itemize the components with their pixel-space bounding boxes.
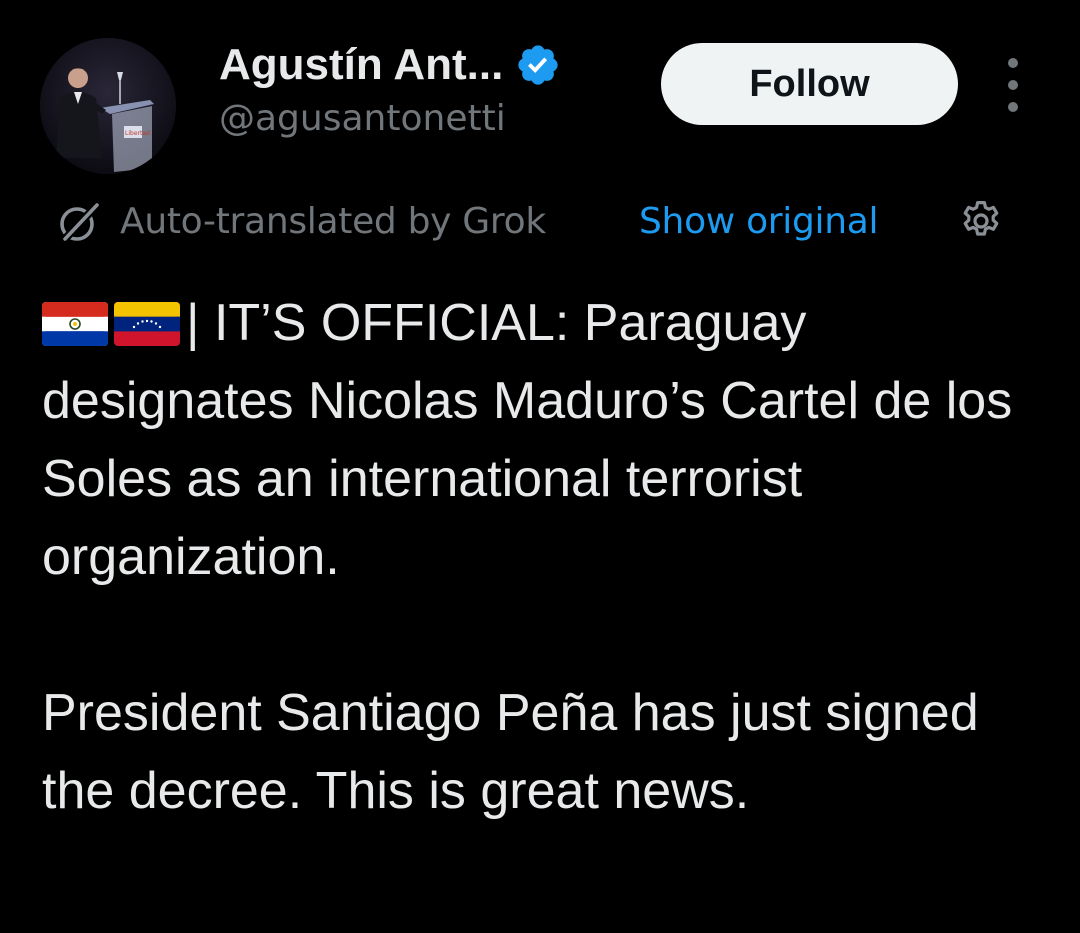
author-name-row: Agustín Ant... (219, 36, 561, 94)
tweet-paragraph-1-text: | IT’S OFFICIAL: Paraguay designates Nic… (42, 294, 1013, 586)
paraguay-flag-icon (42, 302, 108, 346)
venezuela-flag-icon (114, 302, 180, 346)
show-original-link[interactable]: Show original (639, 194, 879, 250)
translation-bar: Auto-translated by Grok Show original (56, 194, 1016, 250)
verified-badge-icon (518, 45, 558, 85)
gear-icon[interactable] (957, 197, 1005, 245)
author-display-name[interactable]: Agustín Ant... (219, 40, 503, 90)
tweet-text: | IT’S OFFICIAL: Paraguay designates Nic… (42, 284, 1052, 830)
author-handle[interactable]: @agusantonetti (219, 98, 506, 139)
tweet-paragraph-1: | IT’S OFFICIAL: Paraguay designates Nic… (42, 284, 1052, 596)
more-vertical-icon[interactable] (998, 58, 1028, 112)
translation-label: Auto-translated by Grok (120, 201, 546, 242)
podium-text: Libertad (125, 130, 150, 137)
follow-button[interactable]: Follow (661, 43, 958, 125)
tweet-paragraph-2: President Santiago Peña has just signed … (42, 684, 979, 820)
grok-icon (60, 201, 101, 243)
avatar[interactable]: Libertad (40, 38, 176, 174)
profile-photo: Libertad (40, 38, 176, 174)
